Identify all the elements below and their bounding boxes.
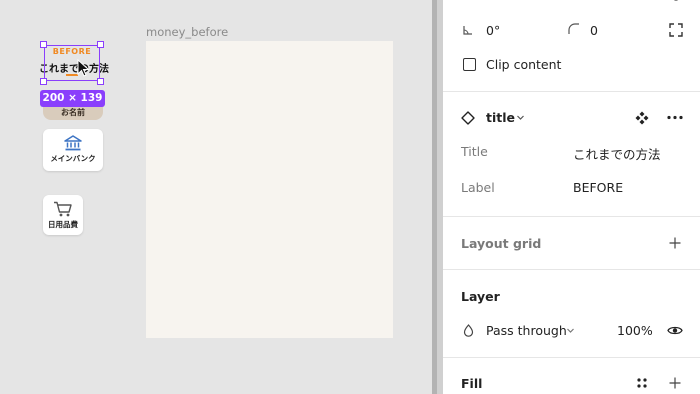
eye-icon[interactable] — [667, 325, 683, 336]
clip-content-checkbox[interactable] — [463, 58, 476, 71]
bank-icon — [64, 135, 82, 151]
selection-outline — [44, 45, 100, 81]
prop-label-label: Label — [461, 180, 495, 195]
chevron-down-icon[interactable] — [516, 113, 525, 122]
section-divider — [443, 91, 700, 92]
resize-handle-top-right[interactable] — [97, 41, 104, 48]
clip-content-label: Clip content — [486, 57, 562, 72]
frame-label[interactable]: money_before — [146, 25, 228, 39]
prop-label-title: Title — [461, 144, 488, 159]
chevron-down-icon[interactable] — [566, 326, 575, 335]
card-main-bank[interactable]: メインバンク — [43, 129, 103, 171]
resize-handle-bottom-right[interactable] — [97, 78, 104, 85]
component-name[interactable]: title — [486, 110, 515, 125]
independent-corners-icon[interactable] — [669, 23, 683, 37]
frame-money-before[interactable] — [146, 41, 393, 338]
section-divider — [443, 357, 700, 358]
layout-grid-heading: Layout grid — [461, 236, 542, 251]
properties-panel: 0° 0 Clip content title Title これまでの方法 La… — [443, 0, 700, 394]
rotation-icon — [463, 26, 472, 35]
card-label-main-bank: メインバンク — [50, 154, 96, 163]
prop-value-title[interactable]: これまでの方法 — [573, 144, 661, 163]
prop-value-label[interactable]: BEFORE — [573, 180, 623, 195]
corner-radius-icon — [568, 23, 579, 34]
component-instance-icon — [461, 111, 475, 125]
go-to-main-component-icon[interactable] — [635, 111, 649, 125]
more-options-icon[interactable] — [667, 115, 683, 120]
rotation-value[interactable]: 0° — [486, 23, 500, 38]
blend-mode-select[interactable]: Pass through — [486, 323, 567, 338]
card-label-daily-goods: 日用品費 — [48, 220, 78, 229]
size-badge: 200 × 139 — [40, 90, 105, 107]
resize-handle-bottom-left[interactable] — [40, 78, 47, 85]
blend-mode-drop-icon — [463, 324, 474, 337]
layer-heading: Layer — [461, 289, 500, 304]
mouse-pointer-icon — [77, 59, 90, 77]
style-library-icon[interactable] — [636, 377, 648, 389]
card-daily-goods[interactable]: 日用品費 — [43, 195, 83, 235]
add-layout-grid-icon[interactable] — [669, 237, 681, 249]
shopping-cart-icon — [54, 201, 72, 217]
corner-radius-value[interactable]: 0 — [590, 23, 598, 38]
fill-heading: Fill — [461, 376, 483, 391]
selected-title-component[interactable]: BEFORE これまでの方法 — [39, 41, 109, 85]
design-canvas[interactable]: money_before BEFORE これまでの方法 お名前 200 × 13… — [0, 0, 432, 394]
constraint-icon[interactable] — [671, 0, 681, 4]
section-divider — [443, 216, 700, 217]
resize-handle-top-left[interactable] — [40, 41, 47, 48]
add-fill-icon[interactable] — [669, 377, 681, 389]
layer-opacity-value[interactable]: 100% — [617, 323, 653, 338]
section-divider — [443, 269, 700, 270]
